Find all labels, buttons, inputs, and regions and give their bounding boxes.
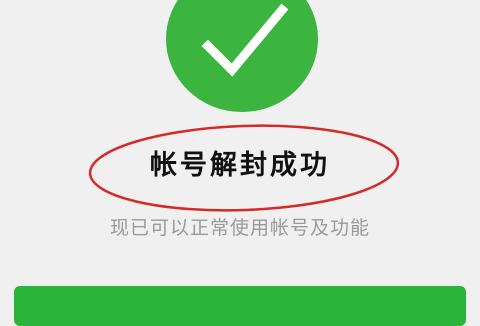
success-status-circle bbox=[166, 0, 318, 112]
success-title: 帐号解封成功 bbox=[150, 150, 330, 181]
checkmark-icon bbox=[201, 3, 289, 77]
success-subtitle: 现已可以正常使用帐号及功能 bbox=[109, 217, 370, 239]
confirm-button[interactable] bbox=[14, 286, 466, 326]
